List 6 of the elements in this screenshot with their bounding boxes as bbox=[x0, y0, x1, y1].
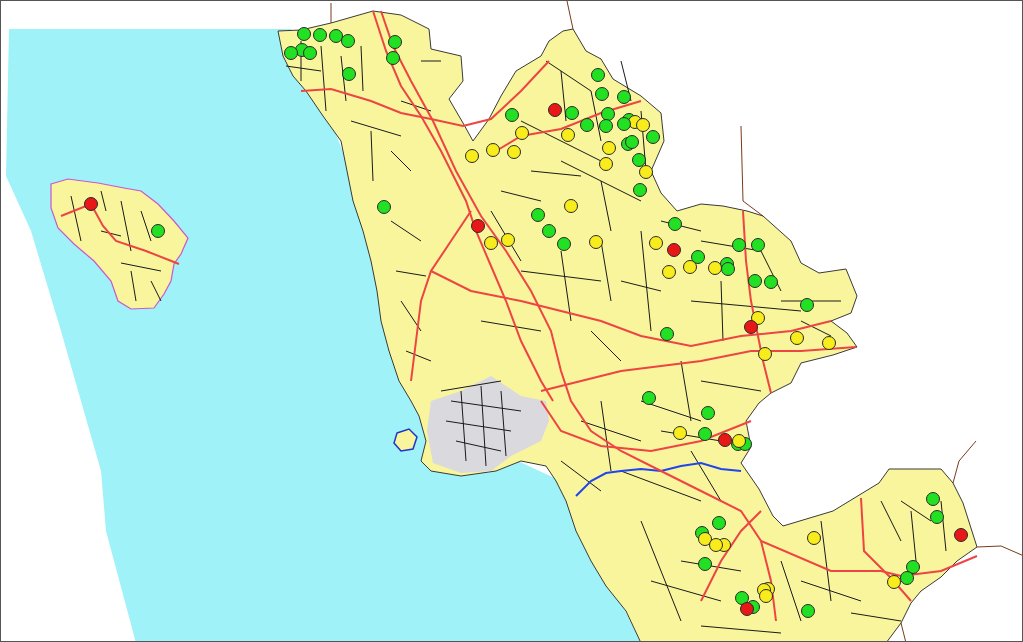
harbour-islet bbox=[393, 428, 418, 452]
boundary-line bbox=[330, 2, 332, 24]
boundary-line bbox=[566, 1, 574, 30]
boundary-line bbox=[900, 622, 907, 641]
boundary-line bbox=[976, 545, 1022, 557]
boundary-line bbox=[952, 440, 977, 484]
